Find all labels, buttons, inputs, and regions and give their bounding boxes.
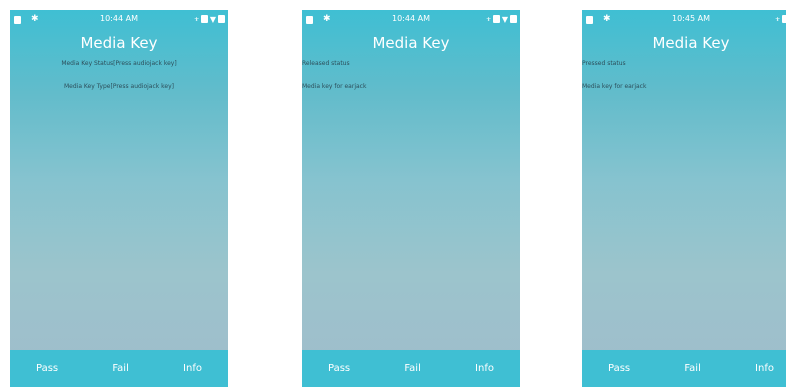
phone-screen-1: ✱ 10:44 AM ⨨ ▼ Media Key Media Key Statu…: [10, 10, 228, 387]
usb-icon: ⨨: [486, 14, 491, 23]
page-title: Media Key: [372, 34, 450, 52]
phone-screen-3: ✱ 10:45 AM ⨨ ▼ Media Key Pressed status …: [582, 10, 786, 387]
media-key-status-text: Pressed status: [582, 60, 626, 67]
pass-button[interactable]: Pass: [328, 363, 350, 374]
info-button[interactable]: Info: [475, 363, 494, 374]
headset-icon: [492, 15, 500, 23]
headset-icon: [200, 15, 208, 23]
fail-button[interactable]: Fail: [684, 363, 701, 374]
bottom-action-bar: Pass Fail Info: [302, 350, 520, 387]
media-key-type-text: Media key for earjack: [582, 83, 647, 90]
info-button[interactable]: Info: [183, 363, 202, 374]
page-title: Media Key: [652, 34, 730, 52]
pass-button[interactable]: Pass: [608, 363, 630, 374]
pass-button[interactable]: Pass: [36, 363, 58, 374]
status-bar: ✱ 10:44 AM ⨨ ▼: [10, 10, 228, 30]
fail-button[interactable]: Fail: [112, 363, 129, 374]
status-bar: ✱ 10:45 AM ⨨ ▼: [582, 10, 786, 30]
battery-icon: [510, 15, 517, 23]
media-key-type-text: Media key for earjack: [302, 83, 367, 90]
media-key-type-text: Media Key Type[Press audiojack key]: [63, 83, 175, 90]
location-icon: ▼: [209, 14, 216, 24]
media-key-status-text: Released status: [302, 60, 350, 67]
status-time: 10:45 AM: [672, 14, 710, 23]
status-bar: ✱ 10:44 AM ⨨ ▼: [302, 10, 520, 30]
usb-icon: ⨨: [194, 14, 199, 23]
media-key-status-text: Media Key Status[Press audiojack key]: [61, 60, 177, 67]
bottom-action-bar: Pass Fail Info: [582, 350, 786, 387]
page-title: Media Key: [80, 34, 158, 52]
usb-icon: ⨨: [775, 14, 780, 23]
location-icon: ▼: [501, 14, 508, 24]
info-button[interactable]: Info: [755, 363, 774, 374]
fail-button[interactable]: Fail: [404, 363, 421, 374]
battery-icon: [218, 15, 225, 23]
headset-icon: [781, 15, 786, 23]
phone-screen-2: ✱ 10:44 AM ⨨ ▼ Media Key Released status…: [302, 10, 520, 387]
bottom-action-bar: Pass Fail Info: [10, 350, 228, 387]
